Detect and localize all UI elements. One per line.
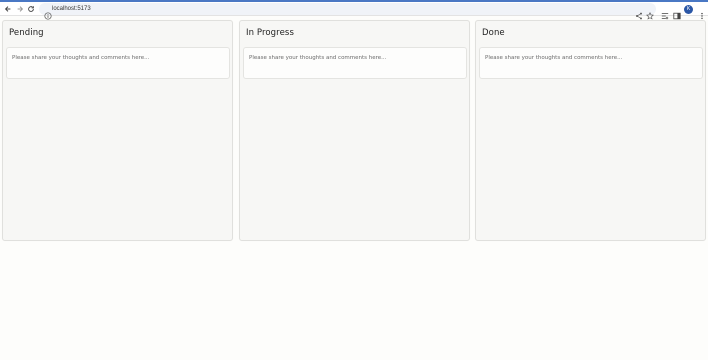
column-pending: Pending Please share your thoughts and c… xyxy=(2,20,233,241)
browser-toolbar: localhost:5173 K xyxy=(0,2,708,20)
reload-icon[interactable] xyxy=(26,4,36,14)
profile-avatar[interactable]: K xyxy=(684,5,693,14)
column-title: Done xyxy=(482,28,505,38)
column-done: Done Please share your thoughts and comm… xyxy=(475,20,706,241)
star-icon[interactable] xyxy=(646,5,654,20)
comment-input[interactable]: Please share your thoughts and comments … xyxy=(6,47,230,79)
column-title: Pending xyxy=(9,28,44,38)
comment-input[interactable]: Please share your thoughts and comments … xyxy=(243,47,467,79)
column-in-progress: In Progress Please share your thoughts a… xyxy=(239,20,470,241)
address-bar[interactable]: localhost:5173 xyxy=(39,3,656,20)
url-text[interactable]: localhost:5173 xyxy=(52,4,91,14)
comment-placeholder: Please share your thoughts and comments … xyxy=(485,55,623,61)
share-icon[interactable] xyxy=(635,5,643,20)
side-panel-icon[interactable] xyxy=(673,5,681,20)
menu-icon[interactable] xyxy=(698,5,706,20)
comment-placeholder: Please share your thoughts and comments … xyxy=(12,55,150,61)
comment-placeholder: Please share your thoughts and comments … xyxy=(249,55,387,61)
reading-list-icon[interactable] xyxy=(661,5,669,20)
back-icon[interactable] xyxy=(3,4,13,14)
kanban-board: Pending Please share your thoughts and c… xyxy=(0,17,708,360)
comment-input[interactable]: Please share your thoughts and comments … xyxy=(479,47,703,79)
column-title: In Progress xyxy=(246,28,294,38)
info-icon[interactable] xyxy=(44,5,52,20)
forward-icon[interactable] xyxy=(15,4,25,14)
